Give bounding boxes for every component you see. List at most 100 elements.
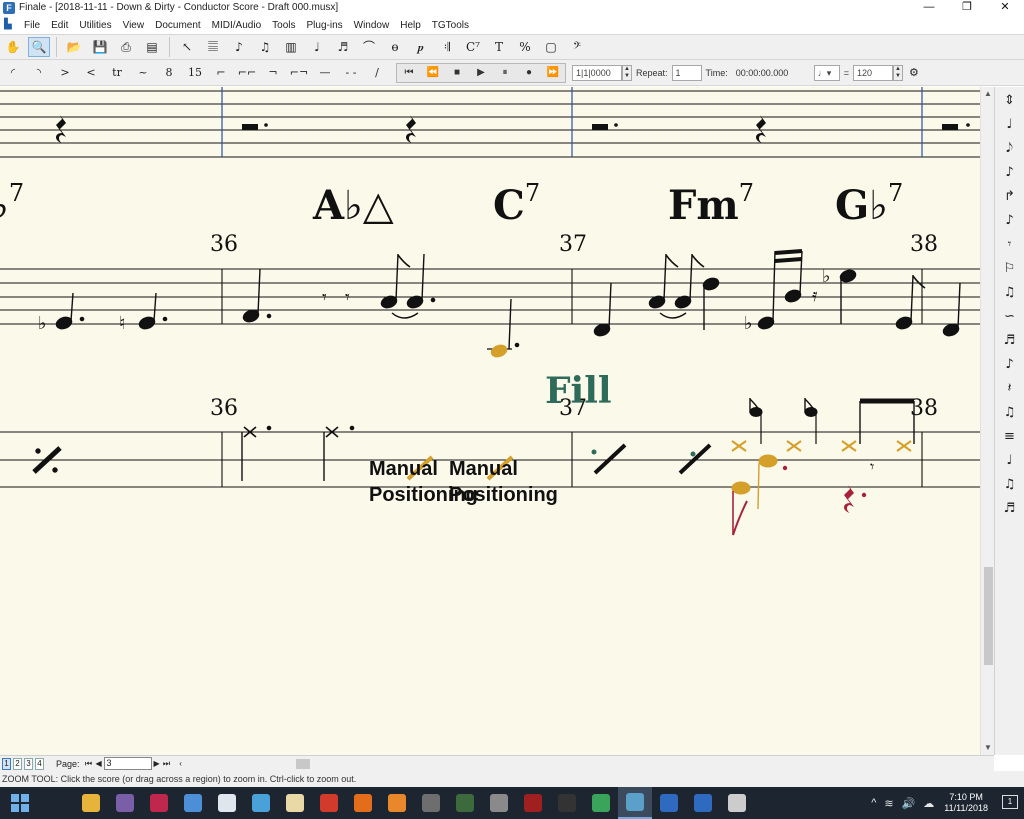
special-tool-8-icon[interactable]: ♫ [999,283,1021,303]
network-icon[interactable]: ≋ [884,797,893,810]
clock[interactable]: 7:10 PM 11/11/2018 [944,792,988,814]
help-app-taskbar-button[interactable] [686,787,720,819]
menu-midi-audio[interactable]: MIDI/Audio [212,20,261,31]
special-tool-3-icon[interactable]: ♪ [999,163,1021,183]
scroll-left-icon[interactable]: ‹ [176,758,186,770]
photo-app-taskbar-button[interactable] [108,787,142,819]
menu-document[interactable]: Document [155,20,201,31]
smart-shape-3-icon[interactable]: < [80,63,102,83]
menu-plug-ins[interactable]: Plug-ins [307,20,343,31]
expression-tool[interactable]: 𝆏 [410,37,432,57]
measure-tool[interactable]: ▥ [280,37,302,57]
smart-shape-0-icon[interactable]: ◜ [2,63,24,83]
special-tool-13-icon[interactable]: ♫ [999,403,1021,423]
shield-app-taskbar-button[interactable] [584,787,618,819]
defender-taskbar-button[interactable] [652,787,686,819]
selection-tool[interactable]: ↖ [176,37,198,57]
manual-positioning-label[interactable]: Manual [369,458,438,481]
smart-shape-2-icon[interactable]: > [54,63,76,83]
chord-symbol[interactable]: ♭7 [0,179,24,229]
paint-app-taskbar-button[interactable] [312,787,346,819]
restore-button[interactable]: ❐ [948,0,986,16]
special-tool-10-icon[interactable]: ♬ [999,331,1021,351]
resize-tool[interactable]: % [514,37,536,57]
smart-shape-7-icon[interactable]: 15 [184,63,206,83]
smart-shape-13-icon[interactable]: - - [340,63,362,83]
prev-page-icon[interactable]: ◀ [94,758,104,770]
special-tool-12-icon[interactable]: 𝄽 [999,379,1021,399]
firefox-taskbar-button[interactable] [346,787,380,819]
view-tab[interactable]: 4 [35,757,44,770]
tray-expand-icon[interactable]: ^ [871,797,876,809]
special-tool-2-icon[interactable]: 𝅘𝅥𝅮 [999,139,1021,159]
special-tool-0-icon[interactable]: ⇕ [999,91,1021,111]
tool-app-taskbar-button[interactable] [448,787,482,819]
hand-grabber-tool[interactable]: ✋ [2,37,24,57]
scan-tool[interactable]: ▤ [141,37,163,57]
score-view[interactable]: ♭ ♮ 𝄾 𝄾 ♭ 𝄿 ♭ 𝄾 7 A♭△ C7 Fm7 G♭7 36 37 3… [0,87,980,755]
file-explorer-taskbar-button[interactable] [74,787,108,819]
rewind-icon[interactable]: ⏪ [421,64,445,82]
vertical-scrollbar[interactable]: ▲ ▼ [980,87,994,755]
graphics-tool[interactable]: ▢ [540,37,562,57]
repeat-tool[interactable]: 𝄇 [436,37,458,57]
smart-shape-4-icon[interactable]: tr [106,63,128,83]
view-tab[interactable]: 1 [2,757,11,770]
fast-forward-icon[interactable]: ⏩ [541,64,565,82]
chord-tool[interactable]: C⁷ [462,37,484,57]
speedy-entry-tool[interactable]: ♫ [254,37,276,57]
special-tool-1-icon[interactable]: ♩ [999,115,1021,135]
chord-symbol[interactable]: A♭△ [313,179,394,229]
close-button[interactable]: ✕ [986,0,1024,16]
smart-shape-1-icon[interactable]: ◝ [28,63,50,83]
special-tool-6-icon[interactable]: 𝄾 [999,235,1021,255]
staff-tool[interactable]: 𝄚 [202,37,224,57]
smart-shape-tool[interactable]: ⌒ [358,37,380,57]
scroll-down-icon[interactable]: ▼ [981,743,995,752]
horizontal-scroll-thumb[interactable] [296,759,310,769]
start-button[interactable] [0,787,40,819]
text-tool[interactable]: T [488,37,510,57]
red-app-taskbar-button[interactable] [142,787,176,819]
view-tab[interactable]: 3 [24,757,33,770]
doc-app-taskbar-button[interactable] [210,787,244,819]
zoom-tool[interactable]: 🔍 [28,37,50,57]
menu-help[interactable]: Help [400,20,421,31]
tempo-note-select[interactable]: ♩▾ [813,64,840,81]
menu-edit[interactable]: Edit [51,20,68,31]
special-tool-5-icon[interactable]: ♪ [999,211,1021,231]
tempo-field[interactable]: 120 [852,64,893,81]
globe-app-taskbar-button[interactable] [244,787,278,819]
view-tab[interactable]: 2 [13,757,22,770]
play-icon[interactable]: ▶ [469,64,493,82]
repeat-select[interactable]: 1 [671,64,702,81]
rewind-start-icon[interactable]: ⏮ [397,64,421,82]
print-tool[interactable]: ⎙ [115,37,137,57]
playback-settings-icon[interactable]: ⚙ [905,63,923,83]
minimize-button[interactable]: — [910,0,948,16]
smart-shape-11-icon[interactable]: ⌐¬ [288,63,310,83]
chord-symbol[interactable]: C7 [493,179,540,229]
menu-tgtools[interactable]: TGTools [432,20,469,31]
menu-file[interactable]: File [24,20,40,31]
tuplet-tool[interactable]: ♬ [332,37,354,57]
measure-position-spinner[interactable]: ▲ ▼ [622,64,632,81]
open-file-tool[interactable]: 📂 [63,37,85,57]
save-tool[interactable]: 💾 [89,37,111,57]
smart-shape-14-icon[interactable]: / [366,63,388,83]
mail-app-taskbar-button[interactable] [278,787,312,819]
finale-taskbar-button[interactable] [618,787,652,819]
smart-shape-8-icon[interactable]: ⌐ [210,63,232,83]
next-page-icon[interactable]: ▶ [152,758,162,770]
manual-positioning-label[interactable]: Manual [449,458,518,481]
mic-app-taskbar-button[interactable] [482,787,516,819]
menu-utilities[interactable]: Utilities [79,20,111,31]
first-page-icon[interactable]: ⏮ [84,758,94,770]
special-tool-14-icon[interactable]: ≡ [999,427,1021,447]
special-tool-15-icon[interactable]: ♩ [999,451,1021,471]
notification-center-icon[interactable]: 1 [1002,795,1018,809]
special-tool-4-icon[interactable]: ↱ [999,187,1021,207]
task-view-taskbar-button[interactable] [40,787,74,819]
menu-window[interactable]: Window [354,20,390,31]
fill-expression[interactable]: Fill [545,370,612,412]
